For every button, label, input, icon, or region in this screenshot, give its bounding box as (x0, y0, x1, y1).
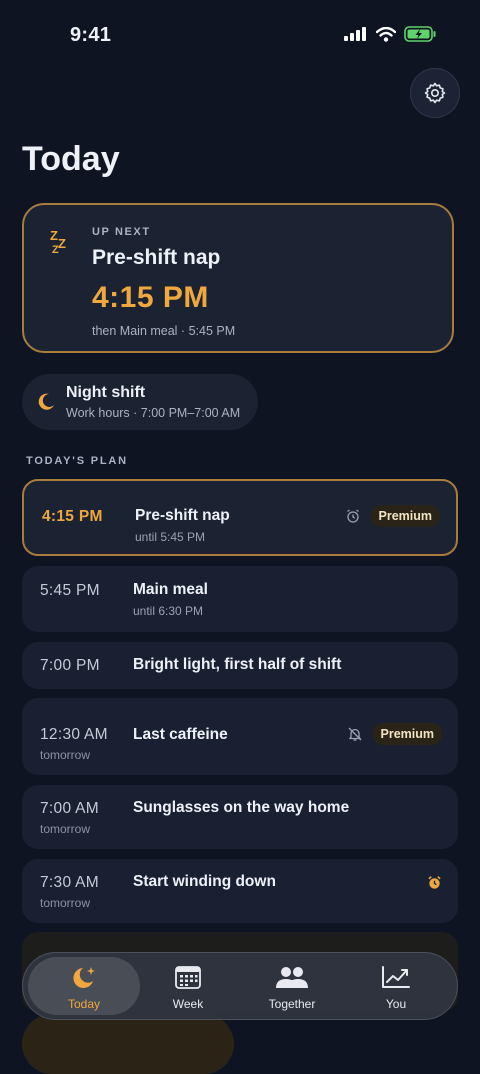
plan-item[interactable]: 5:45 PM Main meal until 6:30 PM (22, 566, 458, 632)
obscured-pill (22, 1014, 234, 1074)
plan-item-sub: until 6:30 PM (133, 604, 204, 618)
tab-week[interactable]: Week (138, 957, 238, 1015)
plan-item-sub: until 5:45 PM (135, 530, 206, 544)
gear-icon (424, 82, 446, 104)
plan-item-title: Pre-shift nap (135, 507, 230, 524)
battery-charging-icon (404, 26, 436, 42)
plan-item-day: tomorrow (40, 896, 91, 910)
plan-item-time: 7:00 PM (40, 657, 100, 674)
section-label-todays-plan: TODAY'S PLAN (26, 455, 128, 467)
plan-item-time: 7:30 AM (40, 874, 99, 891)
trend-chart-icon (382, 966, 410, 988)
premium-badge: Premium (370, 505, 440, 527)
premium-badge: Premium (372, 723, 442, 745)
plan-item-time: 5:45 PM (40, 582, 100, 599)
plan-item-title: Bright light, first half of shift (133, 656, 342, 673)
plan-item-day: tomorrow (40, 748, 91, 762)
page-title: Today (22, 140, 120, 178)
plan-item-time: 7:00 AM (40, 800, 99, 817)
tab-label: Together (268, 997, 316, 1011)
alarm-outline-icon[interactable] (345, 508, 361, 524)
status-time: 9:41 (70, 24, 112, 46)
plan-item-time: 4:15 PM (42, 508, 103, 525)
status-icons (344, 26, 436, 42)
bell-off-icon[interactable] (347, 726, 363, 742)
up-next-then: then Main meal · 5:45 PM (92, 324, 236, 338)
tab-together[interactable]: Together (242, 957, 342, 1015)
shift-pill[interactable]: Night shift Work hours · 7:00 PM–7:00 AM (22, 374, 258, 430)
alarm-filled-icon[interactable] (427, 875, 442, 890)
plan-item-title: Start winding down (133, 873, 276, 890)
tab-label: Week (172, 997, 204, 1011)
plan-item[interactable]: 7:30 AM tomorrow Start winding down (22, 859, 458, 923)
moon-stars-icon (73, 967, 95, 988)
tab-label: You (385, 997, 407, 1011)
tab-label: Today (67, 997, 101, 1011)
tab-you[interactable]: You (346, 957, 446, 1015)
tab-today[interactable]: Today (28, 957, 140, 1015)
signal-icon (344, 27, 366, 41)
up-next-time: 4:15 PM (92, 281, 209, 314)
tab-bar: Today Week Together You (22, 952, 458, 1020)
wifi-icon (376, 26, 396, 42)
plan-item[interactable]: 7:00 AM tomorrow Sunglasses on the way h… (22, 785, 458, 849)
plan-item-title: Main meal (133, 581, 208, 598)
up-next-title: Pre-shift nap (92, 246, 221, 269)
calendar-icon (175, 966, 201, 989)
settings-button[interactable] (410, 68, 460, 118)
plan-item[interactable]: 7:00 PM Bright light, first half of shif… (22, 642, 458, 689)
plan-item[interactable]: 4:15 PM Pre-shift nap until 5:45 PM Prem… (22, 479, 458, 556)
up-next-eyebrow: UP NEXT (92, 226, 151, 238)
plan-item-title: Sunglasses on the way home (133, 799, 350, 816)
plan-item[interactable]: 12:30 AM tomorrow Last caffeine Premium (22, 698, 458, 775)
shift-title: Night shift (66, 384, 146, 401)
shift-hours: Work hours · 7:00 PM–7:00 AM (66, 406, 241, 420)
plan-item-title: Last caffeine (133, 726, 228, 743)
up-next-card[interactable]: Z Z Z UP NEXT Pre-shift nap 4:15 PM then… (22, 203, 454, 353)
plan-item-time: 12:30 AM (40, 726, 108, 743)
status-bar: 9:41 (0, 0, 480, 70)
people-icon (276, 967, 308, 988)
moon-icon (38, 393, 54, 410)
plan-item-day: tomorrow (40, 822, 91, 836)
